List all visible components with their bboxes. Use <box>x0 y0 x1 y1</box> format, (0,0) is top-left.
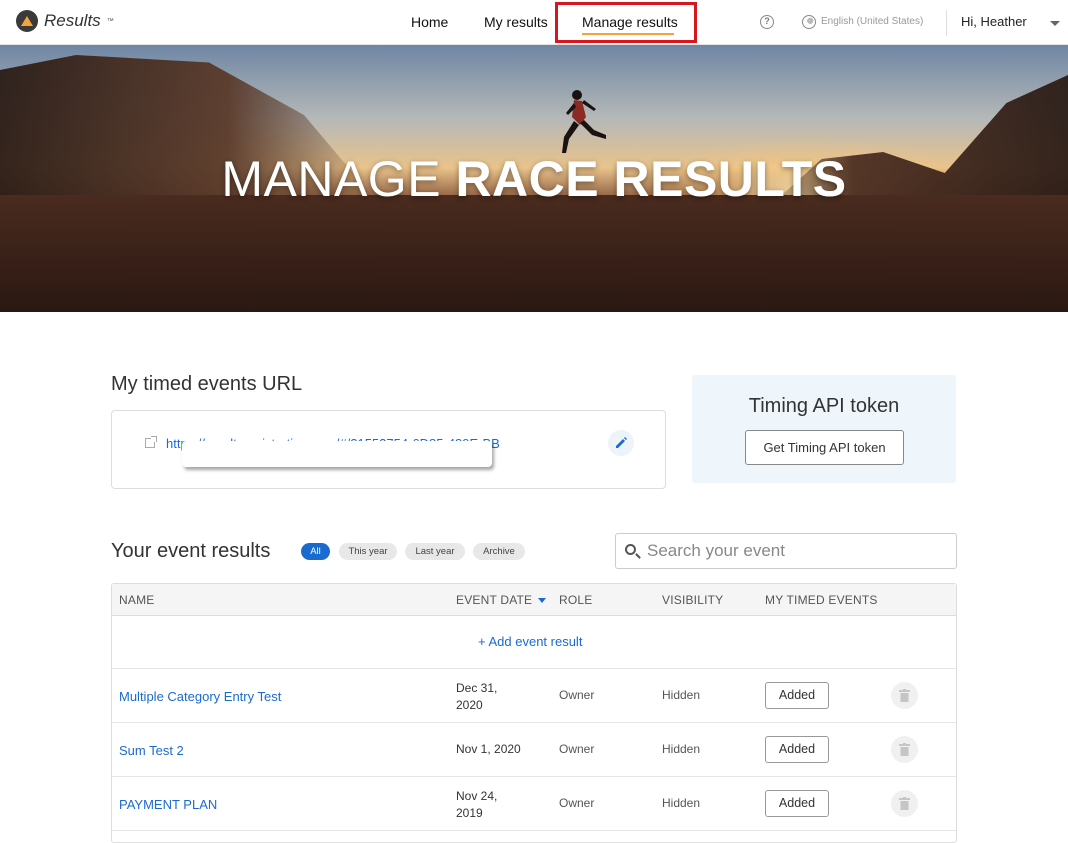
table-row: Sum Test 2 Nov 1, 2020 Owner Hidden Adde… <box>112 723 956 777</box>
timed-events-url-box: https://resultsregistration.com/#/215527… <box>111 410 666 489</box>
hero-ground <box>0 195 1068 312</box>
get-token-button[interactable]: Get Timing API token <box>745 430 904 465</box>
event-date: Nov 24, 2019 <box>456 788 526 822</box>
trash-icon <box>899 743 910 756</box>
filter-archive[interactable]: Archive <box>473 543 525 560</box>
token-title: Timing API token <box>748 395 900 417</box>
globe-icon[interactable] <box>802 15 816 29</box>
event-results-title: Your event results <box>111 540 271 562</box>
event-date: Dec 31, 2020 <box>456 680 526 714</box>
nav-home[interactable]: Home <box>411 14 448 30</box>
event-visibility: Hidden <box>662 688 701 702</box>
added-button[interactable]: Added <box>765 736 829 763</box>
event-date: Nov 1, 2020 <box>456 741 526 758</box>
trash-icon <box>899 689 910 702</box>
timed-events-title: My timed events URL <box>111 373 303 395</box>
event-date-line2: 2020 <box>456 698 483 712</box>
event-role: Owner <box>559 688 595 702</box>
event-results-table: NAME EVENT DATE ROLE VISIBILITY MY TIMED… <box>111 583 957 843</box>
add-event-result-link[interactable]: + Add event result <box>478 634 582 649</box>
filter-last-year[interactable]: Last year <box>405 543 465 560</box>
event-role: Owner <box>559 796 595 810</box>
delete-button[interactable] <box>891 682 918 709</box>
help-icon[interactable]: ? <box>760 15 774 29</box>
table-row: Multiple Category Entry Test Dec 31, 2020… <box>112 669 956 723</box>
top-header: Results ™ Home My results Manage results … <box>0 0 1068 45</box>
event-date-line2: 2019 <box>456 806 483 820</box>
search-box <box>615 533 957 569</box>
header-divider <box>946 10 947 36</box>
column-header-event-date[interactable]: EVENT DATE <box>456 593 547 607</box>
event-visibility: Hidden <box>662 742 701 756</box>
redaction-overlay <box>182 441 492 467</box>
event-name-link[interactable]: Sum Test 2 <box>119 743 184 758</box>
column-header-name[interactable]: NAME <box>119 593 154 607</box>
added-button[interactable]: Added <box>765 682 829 709</box>
logo-icon <box>16 10 38 32</box>
logo-text: Results <box>44 11 101 30</box>
event-name-link[interactable]: Multiple Category Entry Test <box>119 689 281 704</box>
event-date-line1: Dec 31, <box>456 681 498 695</box>
hero-title: MANAGE RACE RESULTS <box>0 150 1068 208</box>
filter-all[interactable]: All <box>301 543 330 560</box>
hero-banner: MANAGE RACE RESULTS <box>0 45 1068 312</box>
chevron-down-icon[interactable] <box>1050 21 1060 26</box>
delete-button[interactable] <box>891 736 918 763</box>
delete-button[interactable] <box>891 790 918 817</box>
column-header-my-timed-events[interactable]: MY TIMED EVENTS <box>765 593 878 607</box>
nav-my-results[interactable]: My results <box>484 14 548 30</box>
language-selector[interactable]: English (United States) <box>821 16 923 27</box>
trash-icon <box>899 797 910 810</box>
timing-api-token-panel: Timing API token Get Timing API token <box>692 375 956 483</box>
event-date-line1: Nov 24, <box>456 789 498 803</box>
highlight-annotation-box <box>555 2 697 43</box>
hero-title-light: MANAGE <box>221 151 456 207</box>
table-row: PAYMENT PLAN Nov 24, 2019 Owner Hidden Ad… <box>112 777 956 831</box>
event-name-link[interactable]: PAYMENT PLAN <box>119 797 217 812</box>
edit-url-button[interactable] <box>608 430 634 456</box>
logo[interactable]: Results ™ <box>16 10 114 32</box>
add-event-row: + Add event result <box>112 616 956 669</box>
column-header-role[interactable]: ROLE <box>559 593 592 607</box>
external-link-icon <box>145 436 157 448</box>
logo-trademark: ™ <box>106 17 114 25</box>
added-button[interactable]: Added <box>765 790 829 817</box>
event-date-line1: Nov 1, 2020 <box>456 742 521 756</box>
pencil-icon <box>616 437 627 448</box>
search-input[interactable] <box>647 539 947 563</box>
sort-desc-icon <box>538 598 547 604</box>
event-visibility: Hidden <box>662 796 701 810</box>
search-icon <box>625 544 636 555</box>
hero-title-bold: RACE RESULTS <box>455 151 847 207</box>
table-header: NAME EVENT DATE ROLE VISIBILITY MY TIMED… <box>112 584 956 616</box>
column-header-event-date-label: EVENT DATE <box>456 593 533 607</box>
filter-this-year[interactable]: This year <box>339 543 397 560</box>
column-header-visibility[interactable]: VISIBILITY <box>662 593 723 607</box>
user-menu[interactable]: Hi, Heather <box>961 14 1027 29</box>
event-role: Owner <box>559 742 595 756</box>
